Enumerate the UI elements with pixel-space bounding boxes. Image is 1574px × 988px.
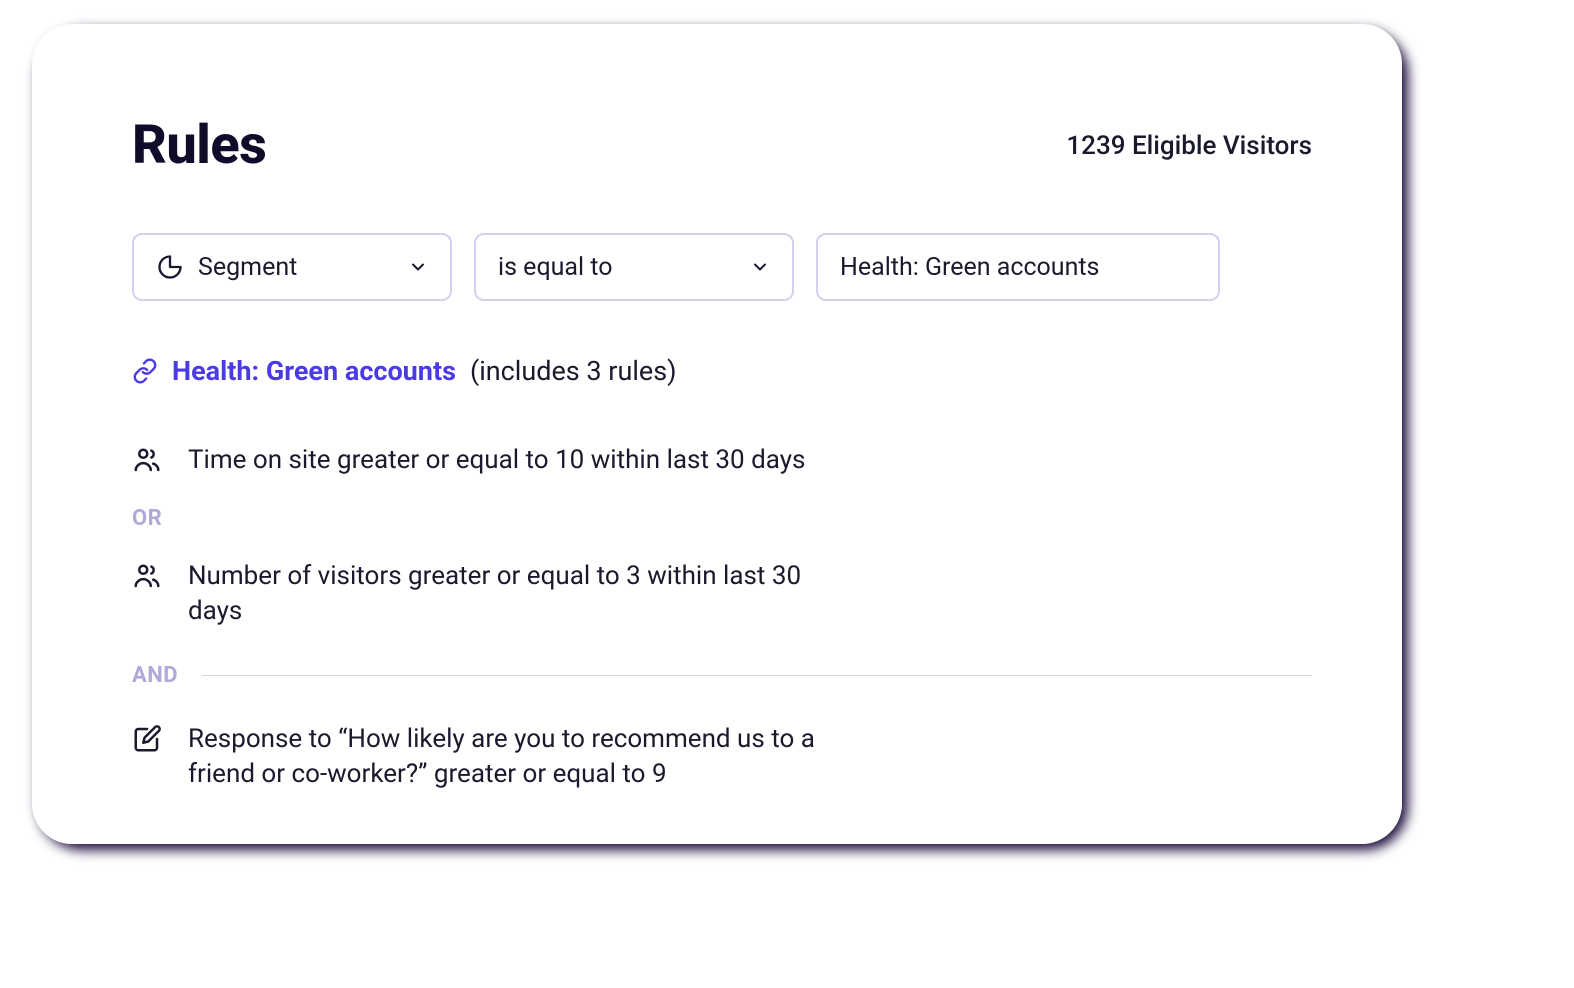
chevron-down-icon bbox=[408, 257, 428, 277]
link-icon bbox=[132, 358, 158, 384]
rule-line: Response to “How likely are you to recom… bbox=[132, 722, 1312, 792]
divider bbox=[202, 675, 1312, 676]
header-row: Rules 1239 Eligible Visitors bbox=[132, 114, 1312, 177]
attribute-dropdown[interactable]: Segment bbox=[132, 233, 452, 301]
operator-label: is equal to bbox=[498, 253, 750, 282]
logic-and: AND bbox=[132, 663, 178, 688]
users-icon bbox=[132, 559, 162, 591]
users-icon bbox=[132, 443, 162, 475]
attribute-label: Segment bbox=[198, 253, 408, 282]
rule-text: Response to “How likely are you to recom… bbox=[188, 722, 848, 792]
segment-link[interactable]: Health: Green accounts bbox=[172, 355, 456, 387]
rule-line: Time on site greater or equal to 10 with… bbox=[132, 443, 1312, 478]
segment-icon bbox=[156, 253, 184, 281]
page-title: Rules bbox=[132, 114, 266, 177]
operator-dropdown[interactable]: is equal to bbox=[474, 233, 794, 301]
eligible-visitors-count: 1239 Eligible Visitors bbox=[1066, 131, 1312, 161]
logic-or: OR bbox=[132, 506, 1312, 531]
rules-card: Rules 1239 Eligible Visitors Segment is … bbox=[32, 24, 1402, 844]
segment-link-suffix: (includes 3 rules) bbox=[470, 355, 677, 387]
value-label: Health: Green accounts bbox=[840, 253, 1196, 282]
rule-text: Number of visitors greater or equal to 3… bbox=[188, 559, 848, 629]
chevron-down-icon bbox=[750, 257, 770, 277]
rule-line: Number of visitors greater or equal to 3… bbox=[132, 559, 1312, 629]
edit-square-icon bbox=[132, 722, 162, 754]
value-dropdown[interactable]: Health: Green accounts bbox=[816, 233, 1220, 301]
segment-link-row: Health: Green accounts (includes 3 rules… bbox=[132, 355, 1312, 387]
rule-selectors: Segment is equal to Health: Green accoun… bbox=[132, 233, 1312, 301]
logic-and-row: AND bbox=[132, 663, 1312, 688]
rule-text: Time on site greater or equal to 10 with… bbox=[188, 443, 805, 478]
